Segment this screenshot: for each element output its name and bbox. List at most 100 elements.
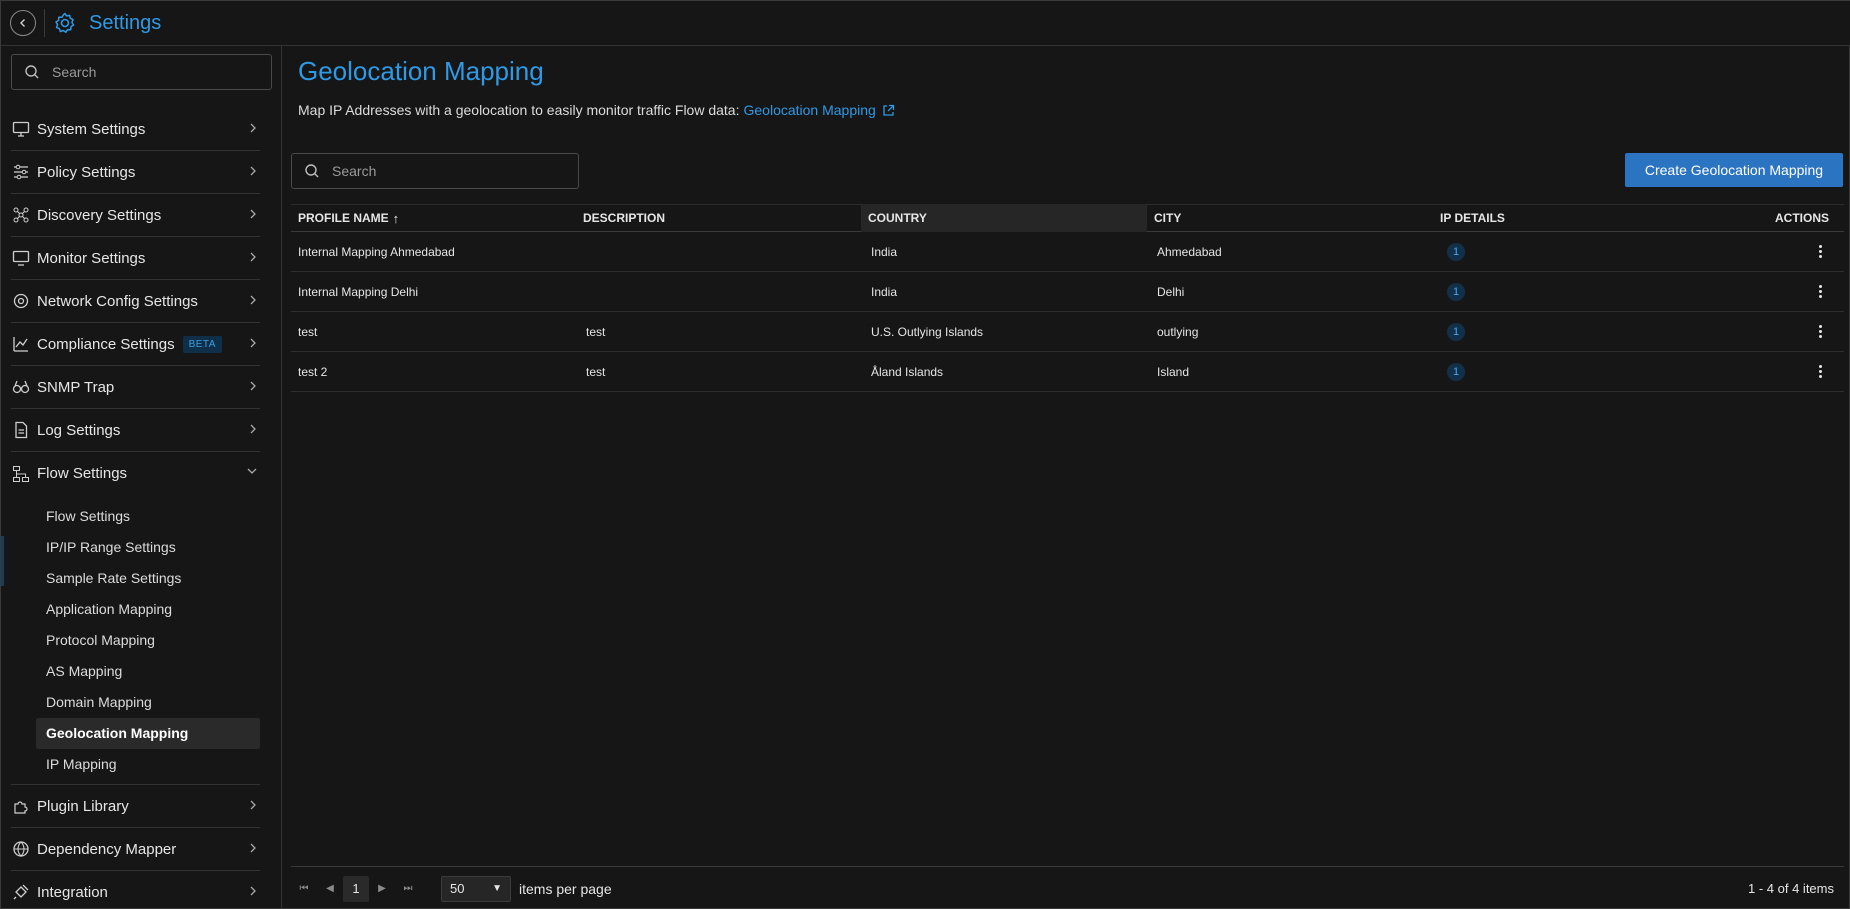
page-size-select[interactable]: 50 ▼	[441, 875, 511, 902]
top-bar: Settings	[1, 1, 1850, 46]
sidebar-item-snmp-trap[interactable]: SNMP Trap	[11, 366, 260, 409]
table-row[interactable]: test test U.S. Outlying Islands outlying…	[291, 312, 1844, 352]
chevron-down-icon	[247, 468, 257, 474]
subnav-item-domain-mapping[interactable]: Domain Mapping	[11, 687, 260, 718]
chevron-right-icon	[250, 295, 256, 305]
mapping-search[interactable]	[291, 153, 579, 189]
cell-country: Åland Islands	[871, 364, 944, 379]
sidebar-item-label: Flow Settings	[37, 465, 128, 482]
column-header-description[interactable]: DESCRIPTION	[576, 204, 861, 232]
sidebar-item-monitor-settings[interactable]: Monitor Settings	[11, 237, 260, 280]
last-page-icon[interactable]: ⏭	[395, 876, 421, 902]
chevron-right-icon	[250, 209, 256, 219]
page-description: Map IP Addresses with a geolocation to e…	[298, 102, 895, 118]
sidebar-item-integration[interactable]: Integration	[11, 871, 260, 909]
sidebar-item-discovery-settings[interactable]: Discovery Settings	[11, 194, 260, 237]
more-actions-icon[interactable]	[1819, 245, 1822, 258]
chevron-right-icon	[250, 424, 256, 434]
geolocation-table: PROFILE NAME ↑ DESCRIPTION COUNTRY CITY …	[291, 204, 1844, 392]
cell-description: test	[586, 364, 606, 379]
cell-country: India	[871, 284, 898, 299]
cell-description	[576, 232, 861, 272]
table-row[interactable]: test 2 test Åland Islands Island 1	[291, 352, 1844, 392]
subnav-item-ip-range-settings[interactable]: IP/IP Range Settings	[11, 532, 260, 563]
sidebar-item-dependency-mapper[interactable]: Dependency Mapper	[11, 828, 260, 871]
cell-city: Ahmedabad	[1157, 244, 1222, 259]
pagination: ⏮ ◀ 1 ▶ ⏭ 50 ▼ items per page 1 - 4 of 4…	[291, 866, 1844, 909]
cell-city: outlying	[1157, 324, 1199, 339]
subnav-item-sample-rate-settings[interactable]: Sample Rate Settings	[11, 563, 260, 594]
subnav-item-flow-settings[interactable]: Flow Settings	[11, 501, 260, 532]
subnav-item-as-mapping[interactable]: AS Mapping	[11, 656, 260, 687]
sidebar-item-label: System Settings	[37, 120, 146, 138]
sidebar-item-label: Network Config Settings	[37, 292, 198, 310]
current-page[interactable]: 1	[343, 875, 369, 902]
gear-icon	[53, 11, 77, 35]
sidebar-search-input[interactable]	[52, 64, 242, 80]
table-header: PROFILE NAME ↑ DESCRIPTION COUNTRY CITY …	[291, 204, 1844, 232]
sidebar-item-flow-settings[interactable]: Flow Settings	[11, 452, 260, 495]
chevron-right-icon	[250, 166, 256, 176]
table-row[interactable]: Internal Mapping Ahmedabad India Ahmedab…	[291, 232, 1844, 272]
monitor-settings-icon	[11, 119, 31, 139]
column-header-profile-name[interactable]: PROFILE NAME ↑	[291, 204, 576, 232]
items-per-page-label: items per page	[519, 880, 612, 897]
sidebar-item-label: SNMP Trap	[37, 378, 115, 396]
sidebar-item-label: Compliance Settings	[37, 335, 175, 353]
flow-settings-submenu: Flow Settings IP/IP Range Settings Sampl…	[11, 495, 260, 785]
subnav-item-protocol-mapping[interactable]: Protocol Mapping	[11, 625, 260, 656]
create-geolocation-mapping-button[interactable]: Create Geolocation Mapping	[1625, 153, 1843, 187]
chevron-right-icon	[250, 338, 256, 348]
prev-page-icon[interactable]: ◀	[317, 876, 343, 902]
ip-details-badge[interactable]: 1	[1447, 322, 1465, 341]
sidebar-item-label: Dependency Mapper	[37, 840, 177, 858]
sidebar-item-label: Integration	[37, 883, 108, 901]
sidebar-item-label: Discovery Settings	[37, 206, 162, 224]
sidebar-item-network-config-settings[interactable]: Network Config Settings	[11, 280, 260, 323]
sidebar-item-policy-settings[interactable]: Policy Settings	[11, 151, 260, 194]
back-button[interactable]	[10, 10, 36, 36]
subnav-item-geolocation-mapping[interactable]: Geolocation Mapping	[36, 718, 260, 749]
topbar-divider	[44, 9, 45, 37]
flow-icon	[11, 464, 31, 484]
plug-icon	[11, 882, 31, 902]
next-page-icon[interactable]: ▶	[369, 876, 395, 902]
column-header-actions: ACTIONS	[1775, 211, 1829, 225]
cell-description	[576, 272, 861, 312]
chevron-right-icon	[250, 123, 256, 133]
first-page-icon[interactable]: ⏮	[291, 876, 317, 902]
column-label: PROFILE NAME	[298, 211, 389, 225]
chevron-right-icon	[250, 381, 256, 391]
table-row[interactable]: Internal Mapping Delhi India Delhi 1	[291, 272, 1844, 312]
external-link-icon[interactable]	[882, 104, 895, 117]
mapping-search-input[interactable]	[332, 163, 522, 179]
compliance-icon	[11, 334, 31, 354]
cell-country: India	[871, 244, 898, 259]
network-icon	[11, 205, 31, 225]
document-icon	[11, 420, 31, 440]
page-size-value: 50	[450, 881, 465, 896]
sliders-icon	[11, 162, 31, 182]
sidebar-item-compliance-settings[interactable]: Compliance Settings BETA	[11, 323, 260, 366]
column-header-ip-details[interactable]: IP DETAILS	[1433, 204, 1723, 232]
more-actions-icon[interactable]	[1819, 365, 1822, 378]
ip-details-badge[interactable]: 1	[1447, 362, 1465, 381]
column-header-country[interactable]: COUNTRY	[861, 204, 1147, 232]
sidebar-item-label: Log Settings	[37, 421, 121, 439]
column-header-city[interactable]: CITY	[1147, 204, 1433, 232]
sidebar-item-plugin-library[interactable]: Plugin Library	[11, 785, 260, 828]
ip-details-badge[interactable]: 1	[1447, 242, 1465, 261]
subnav-item-ip-mapping[interactable]: IP Mapping	[11, 749, 260, 780]
geolocation-mapping-link[interactable]: Geolocation Mapping	[744, 102, 876, 118]
sidebar-item-log-settings[interactable]: Log Settings	[11, 409, 260, 452]
sidebar-item-label: Monitor Settings	[37, 249, 146, 267]
more-actions-icon[interactable]	[1819, 325, 1822, 338]
ip-details-badge[interactable]: 1	[1447, 282, 1465, 301]
sidebar-item-label: Plugin Library	[37, 797, 129, 815]
more-actions-icon[interactable]	[1819, 285, 1822, 298]
sidebar-search[interactable]	[11, 54, 272, 90]
subnav-item-application-mapping[interactable]: Application Mapping	[11, 594, 260, 625]
sidebar-edge-accent	[1, 536, 4, 586]
sidebar-item-system-settings[interactable]: System Settings	[11, 108, 260, 151]
sort-ascending-icon: ↑	[392, 210, 400, 226]
